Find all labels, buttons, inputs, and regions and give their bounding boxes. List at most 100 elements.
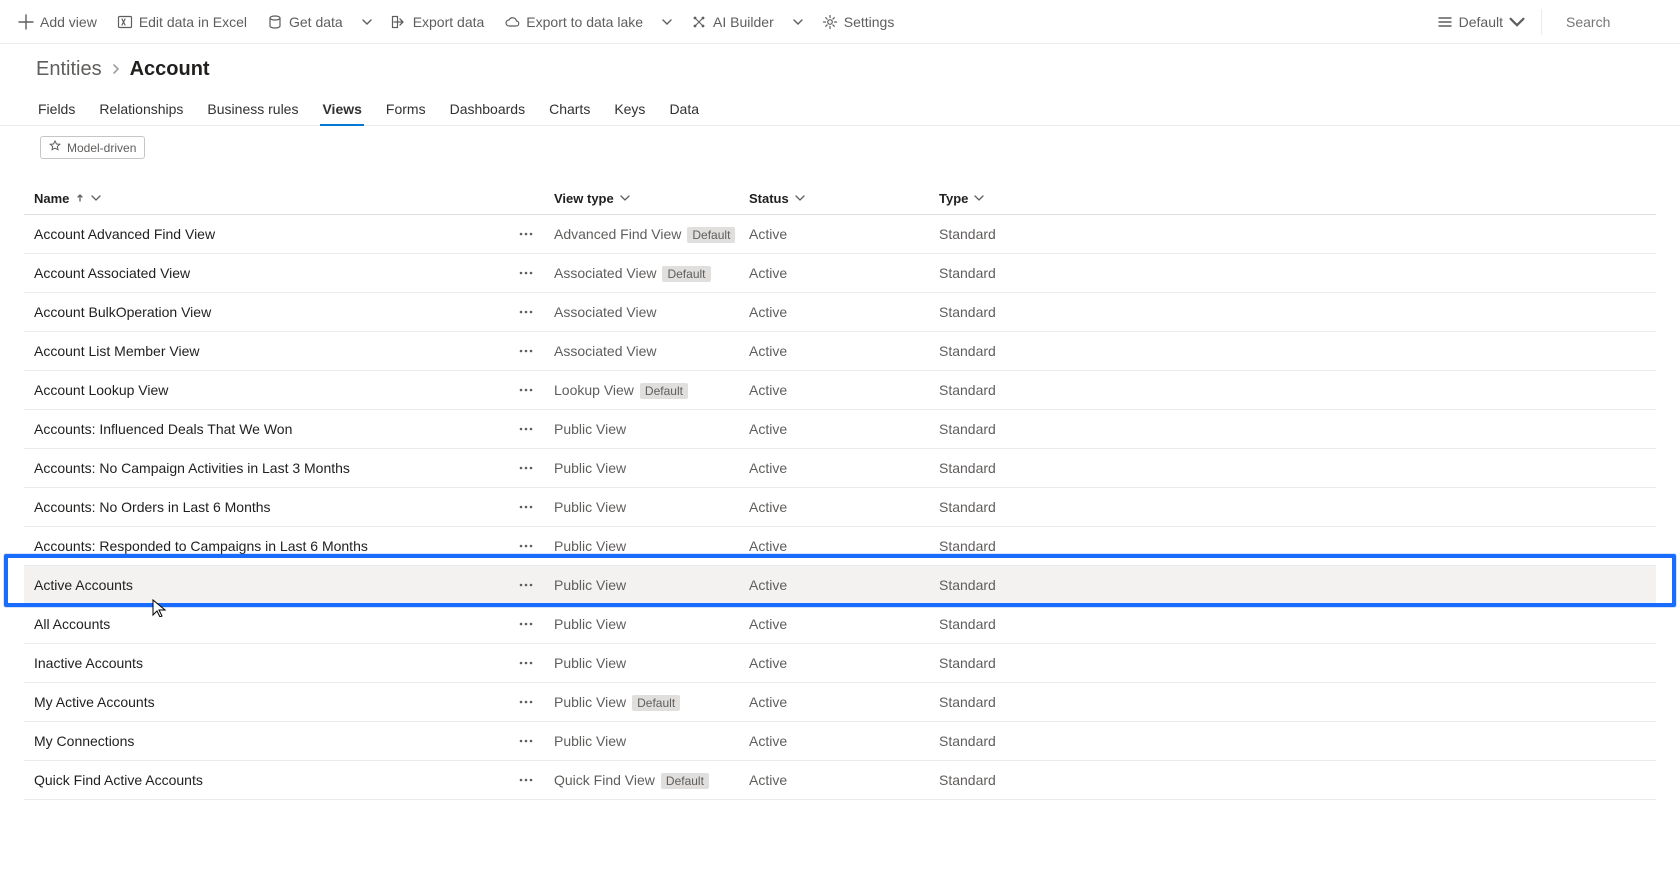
- chevron-down-icon: [620, 191, 630, 206]
- table-row[interactable]: Inactive AccountsPublic ViewActiveStanda…: [24, 644, 1656, 683]
- export-to-lake-chevron[interactable]: [655, 6, 679, 38]
- row-view-type: Public View: [544, 722, 739, 761]
- get-data-button[interactable]: Get data: [259, 6, 351, 38]
- table-row[interactable]: My Active AccountsPublic ViewDefaultActi…: [24, 683, 1656, 722]
- more-actions-button[interactable]: [514, 300, 538, 324]
- more-actions-button[interactable]: [514, 768, 538, 792]
- table-row[interactable]: Accounts: Influenced Deals That We WonPu…: [24, 410, 1656, 449]
- ai-builder-button[interactable]: AI Builder: [683, 6, 782, 38]
- row-name[interactable]: My Active Accounts: [24, 683, 504, 722]
- row-name[interactable]: Accounts: Influenced Deals That We Won: [24, 410, 504, 449]
- table-row[interactable]: Account List Member ViewAssociated ViewA…: [24, 332, 1656, 371]
- table-row[interactable]: Accounts: No Orders in Last 6 MonthsPubl…: [24, 488, 1656, 527]
- row-view-type-label: Public View: [554, 616, 626, 632]
- export-icon: [391, 14, 407, 30]
- row-view-type: Associated View: [544, 293, 739, 332]
- more-actions-button[interactable]: [514, 339, 538, 363]
- export-data-button[interactable]: Export data: [383, 6, 493, 38]
- row-type: Standard: [929, 566, 1656, 605]
- settings-button[interactable]: Settings: [814, 6, 903, 38]
- search-input[interactable]: [1564, 13, 1644, 31]
- row-name[interactable]: Account List Member View: [24, 332, 504, 371]
- column-header-view-type[interactable]: View type: [544, 183, 739, 215]
- more-actions-button[interactable]: [514, 573, 538, 597]
- row-type: Standard: [929, 254, 1656, 293]
- row-view-type: Public View: [544, 605, 739, 644]
- column-header-type[interactable]: Type: [929, 183, 1656, 215]
- default-view-switch[interactable]: Default: [1429, 6, 1533, 38]
- default-badge: Default: [687, 227, 735, 243]
- table-row[interactable]: Account Associated ViewAssociated ViewDe…: [24, 254, 1656, 293]
- gear-icon: [822, 14, 838, 30]
- more-actions-button[interactable]: [514, 534, 538, 558]
- export-to-lake-label: Export to data lake: [526, 14, 643, 30]
- export-to-lake-button[interactable]: Export to data lake: [496, 6, 651, 38]
- row-status: Active: [739, 293, 929, 332]
- row-name[interactable]: Account BulkOperation View: [24, 293, 504, 332]
- chevron-down-icon: [1509, 14, 1525, 30]
- row-name[interactable]: My Connections: [24, 722, 504, 761]
- row-status: Active: [739, 488, 929, 527]
- tab-views[interactable]: Views: [320, 93, 363, 125]
- row-type: Standard: [929, 332, 1656, 371]
- row-name[interactable]: Accounts: No Campaign Activities in Last…: [24, 449, 504, 488]
- tab-relationships[interactable]: Relationships: [97, 93, 185, 125]
- table-row[interactable]: Account Lookup ViewLookup ViewDefaultAct…: [24, 371, 1656, 410]
- database-icon: [267, 14, 283, 30]
- breadcrumb-parent[interactable]: Entities: [36, 58, 102, 81]
- table-row[interactable]: Accounts: No Campaign Activities in Last…: [24, 449, 1656, 488]
- table-row[interactable]: My ConnectionsPublic ViewActiveStandard: [24, 722, 1656, 761]
- tab-business-rules[interactable]: Business rules: [205, 93, 300, 125]
- row-name[interactable]: All Accounts: [24, 605, 504, 644]
- table-row[interactable]: Accounts: Responded to Campaigns in Last…: [24, 527, 1656, 566]
- more-actions-button[interactable]: [514, 690, 538, 714]
- row-name[interactable]: Active Accounts: [24, 566, 504, 605]
- more-actions-button[interactable]: [514, 729, 538, 753]
- default-badge: Default: [640, 383, 688, 399]
- row-status: Active: [739, 683, 929, 722]
- more-actions-button[interactable]: [514, 378, 538, 402]
- row-name[interactable]: Accounts: Responded to Campaigns in Last…: [24, 527, 504, 566]
- column-header-name[interactable]: Name: [24, 183, 504, 215]
- row-status: Active: [739, 722, 929, 761]
- more-actions-button[interactable]: [514, 651, 538, 675]
- row-type: Standard: [929, 410, 1656, 449]
- table-row[interactable]: Quick Find Active AccountsQuick Find Vie…: [24, 761, 1656, 800]
- more-actions-button[interactable]: [514, 222, 538, 246]
- more-actions-button[interactable]: [514, 417, 538, 441]
- more-actions-button[interactable]: [514, 261, 538, 285]
- tab-charts[interactable]: Charts: [547, 93, 592, 125]
- row-view-type-label: Advanced Find View: [554, 226, 681, 242]
- get-data-chevron[interactable]: [355, 6, 379, 38]
- edit-in-excel-button[interactable]: Edit data in Excel: [109, 6, 255, 38]
- row-view-type: Public View: [544, 644, 739, 683]
- table-row[interactable]: Account Advanced Find View Advanced Find …: [24, 215, 1656, 254]
- row-name[interactable]: Accounts: No Orders in Last 6 Months: [24, 488, 504, 527]
- model-driven-filter-pill[interactable]: Model-driven: [40, 136, 145, 159]
- table-row[interactable]: All AccountsPublic ViewActiveStandard: [24, 605, 1656, 644]
- tab-fields[interactable]: Fields: [36, 93, 77, 125]
- row-name[interactable]: Account Associated View: [24, 254, 504, 293]
- more-actions-button[interactable]: [514, 456, 538, 480]
- tab-dashboards[interactable]: Dashboards: [448, 93, 528, 125]
- row-name[interactable]: Account Lookup View: [24, 371, 504, 410]
- row-name[interactable]: Account Advanced Find View: [24, 215, 504, 254]
- row-name[interactable]: Inactive Accounts: [24, 644, 504, 683]
- row-status: Active: [739, 761, 929, 800]
- row-status: Active: [739, 605, 929, 644]
- row-view-type-label: Public View: [554, 460, 626, 476]
- search-box[interactable]: [1550, 6, 1670, 38]
- more-actions-button[interactable]: [514, 612, 538, 636]
- more-actions-button[interactable]: [514, 495, 538, 519]
- ai-builder-chevron[interactable]: [786, 6, 810, 38]
- table-row[interactable]: Account BulkOperation View Associated Vie…: [24, 293, 1656, 332]
- tab-forms[interactable]: Forms: [384, 93, 428, 125]
- row-more-cell: [504, 683, 544, 722]
- row-type: Standard: [929, 293, 1656, 332]
- add-view-button[interactable]: Add view: [10, 6, 105, 38]
- column-header-status[interactable]: Status: [739, 183, 929, 215]
- tab-data[interactable]: Data: [667, 93, 701, 125]
- tab-keys[interactable]: Keys: [612, 93, 647, 125]
- table-row[interactable]: Active AccountsPublic ViewActiveStandard: [24, 566, 1656, 605]
- row-name[interactable]: Quick Find Active Accounts: [24, 761, 504, 800]
